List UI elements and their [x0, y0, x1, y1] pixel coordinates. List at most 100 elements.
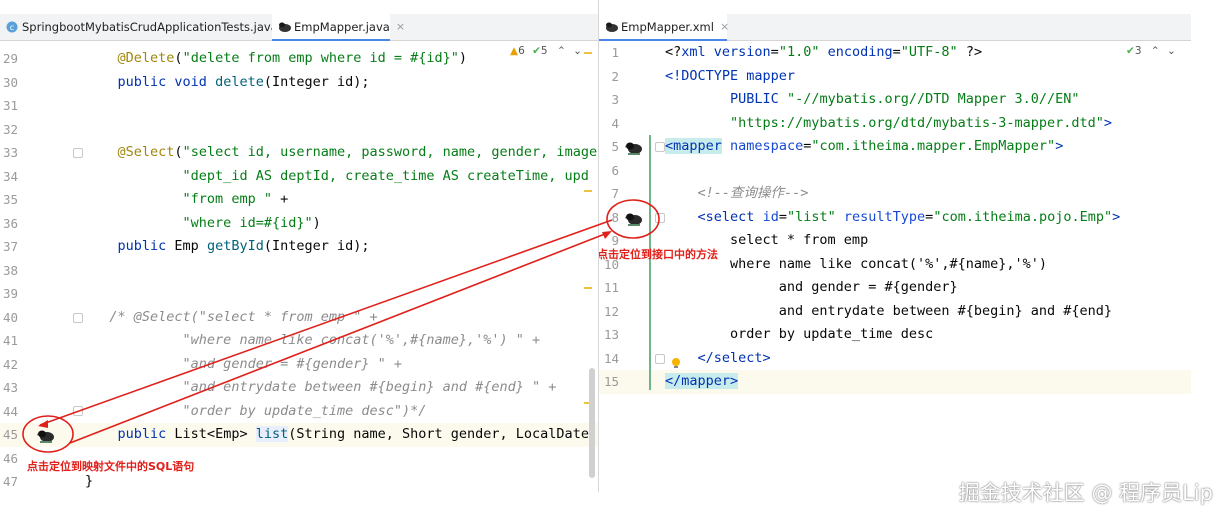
- code-line[interactable]: "dept_id AS deptId, create_time AS creat…: [85, 168, 589, 184]
- java-class-icon: c: [6, 21, 18, 33]
- code-line[interactable]: public Emp getById(Integer id);: [85, 238, 370, 254]
- tab-label: SpringbootMybatisCrudApplicationTests.ja…: [22, 20, 278, 34]
- code-line[interactable]: <select id="list" resultType="com.itheim…: [665, 209, 1121, 225]
- close-icon[interactable]: ×: [720, 20, 729, 33]
- code-line[interactable]: where name like concat('%',#{name},'%'): [665, 256, 1047, 272]
- code-line[interactable]: <mapper namespace="com.itheima.mapper.Em…: [665, 138, 1063, 154]
- code-line[interactable]: "and gender = #{gender} " +: [85, 356, 402, 372]
- java-editor-pane: c SpringbootMybatisCrudApplicationTests.…: [0, 0, 598, 492]
- warning-icon: ▲: [510, 45, 519, 57]
- tab-label: EmpMapper.xml: [621, 19, 714, 34]
- line-number: 45: [2, 427, 18, 442]
- code-line[interactable]: "and entrydate between #{begin} and #{en…: [85, 379, 557, 395]
- code-line[interactable]: <!--查询操作-->: [665, 185, 809, 201]
- annotation-left: 点击定位到映射文件中的SQL语句: [27, 460, 195, 473]
- line-number: 34: [2, 168, 18, 184]
- code-line[interactable]: /* @Select("select * from emp " +: [85, 309, 377, 325]
- line-number: 35: [2, 192, 18, 207]
- left-tab-bar: c SpringbootMybatisCrudApplicationTests.…: [0, 14, 598, 41]
- code-line[interactable]: and entrydate between #{begin} and #{end…: [665, 303, 1112, 319]
- line-number: 4: [611, 115, 619, 131]
- line-number: 8: [611, 209, 619, 225]
- code-line[interactable]: "where name like concat('%',#{name},'%')…: [85, 332, 541, 348]
- line-number: 41: [2, 333, 18, 348]
- line-number: 33: [2, 145, 18, 160]
- line-number: 47: [2, 474, 18, 489]
- mybatis-bird-icon: [605, 21, 618, 33]
- line-number: 3: [611, 92, 619, 107]
- code-line[interactable]: and gender = #{gender}: [665, 279, 958, 295]
- check-icon: ✔: [1126, 45, 1135, 57]
- line-number: 46: [2, 450, 18, 466]
- gutter-change-bar: [649, 135, 651, 390]
- line-number: 29: [2, 51, 18, 66]
- line-number: 13: [603, 327, 619, 342]
- line-number: 42: [2, 356, 18, 372]
- tab-empmapper-xml[interactable]: EmpMapper.xml ×: [599, 14, 729, 41]
- line-number: 15: [603, 374, 619, 389]
- fold-marker-icon[interactable]: [655, 213, 665, 223]
- line-number: 14: [603, 350, 619, 366]
- mybatis-navigate-icon[interactable]: [36, 428, 55, 443]
- line-number: 12: [603, 303, 619, 319]
- chevron-up-icon[interactable]: ⌃: [557, 45, 566, 57]
- line-number: 31: [2, 98, 18, 113]
- watermark: 掘金技术社区 @ 程序员Lip: [958, 481, 1213, 505]
- fold-marker-icon[interactable]: [73, 148, 83, 158]
- code-line[interactable]: </mapper>: [665, 373, 739, 389]
- annotation-right: 点击定位到接口中的方法: [598, 248, 718, 261]
- code-line[interactable]: }: [85, 473, 93, 489]
- code-line[interactable]: @Select("select id, username, password, …: [85, 144, 598, 160]
- line-number: 2: [611, 68, 619, 84]
- code-line[interactable]: "https://mybatis.org/dtd/mybatis-3-mappe…: [665, 115, 1112, 131]
- line-number: 11: [603, 280, 619, 295]
- inspection-widget[interactable]: ▲6 ✔5 ⌃ ⌄: [510, 45, 582, 57]
- tab-empmapper-java[interactable]: EmpMapper.java ×: [272, 14, 405, 41]
- code-line[interactable]: "from emp " +: [85, 191, 289, 207]
- line-number: 40: [2, 309, 18, 325]
- code-line[interactable]: public void delete(Integer id);: [85, 74, 370, 90]
- fold-marker-icon[interactable]: [655, 354, 665, 364]
- vertical-scrollbar[interactable]: [589, 368, 595, 478]
- line-number: 30: [2, 74, 18, 90]
- chevron-down-icon[interactable]: ⌄: [573, 45, 582, 57]
- line-number: 44: [2, 403, 18, 419]
- mybatis-bird-icon: [278, 21, 291, 33]
- code-line[interactable]: public List<Emp> list(String name, Short…: [85, 426, 589, 442]
- mybatis-navigate-icon[interactable]: [624, 140, 643, 155]
- fold-marker-icon[interactable]: [73, 406, 83, 416]
- code-line[interactable]: @Delete("delete from emp where id = #{id…: [85, 50, 468, 66]
- inspection-widget[interactable]: ✔3 ⌃ ⌄: [1126, 45, 1176, 57]
- line-number: 1: [611, 45, 619, 60]
- code-line[interactable]: "order by update_time desc")*/: [85, 403, 427, 419]
- scrollbar-marker[interactable]: [584, 190, 592, 192]
- right-tab-bar: EmpMapper.xml ×: [599, 14, 1191, 41]
- code-line[interactable]: <!DOCTYPE mapper: [665, 68, 795, 84]
- line-number: 6: [611, 162, 619, 178]
- scrollbar-marker[interactable]: [584, 52, 592, 54]
- code-line[interactable]: PUBLIC "-//mybatis.org//DTD Mapper 3.0//…: [665, 91, 1080, 107]
- line-number: 38: [2, 262, 18, 278]
- lightbulb-icon[interactable]: [671, 354, 681, 368]
- tab-springboot-tests[interactable]: c SpringbootMybatisCrudApplicationTests.…: [0, 14, 293, 40]
- line-number: 43: [2, 380, 18, 395]
- check-icon: ✔: [532, 45, 541, 57]
- fold-marker-icon[interactable]: [655, 142, 665, 152]
- tab-label: EmpMapper.java: [294, 19, 390, 34]
- scrollbar-marker[interactable]: [584, 287, 592, 289]
- code-line[interactable]: "where id=#{id}"): [85, 215, 321, 231]
- xml-editor-pane: EmpMapper.xml × ✔3 ⌃ ⌄ 1 <?xml version="1…: [598, 0, 1191, 492]
- code-line[interactable]: order by update_time desc: [665, 326, 933, 342]
- line-number: 39: [2, 286, 18, 301]
- fold-marker-icon[interactable]: [73, 313, 83, 323]
- line-number: 5: [611, 139, 619, 154]
- mybatis-navigate-icon[interactable]: [624, 211, 643, 226]
- close-icon[interactable]: ×: [396, 20, 405, 33]
- chevron-down-icon[interactable]: ⌄: [1167, 45, 1176, 57]
- line-number: 37: [2, 239, 18, 254]
- line-number: 36: [2, 215, 18, 231]
- chevron-up-icon[interactable]: ⌃: [1151, 45, 1160, 57]
- code-line[interactable]: <?xml version="1.0" encoding="UTF-8" ?>: [665, 44, 982, 60]
- line-number: 32: [2, 121, 18, 137]
- svg-text:c: c: [10, 23, 14, 32]
